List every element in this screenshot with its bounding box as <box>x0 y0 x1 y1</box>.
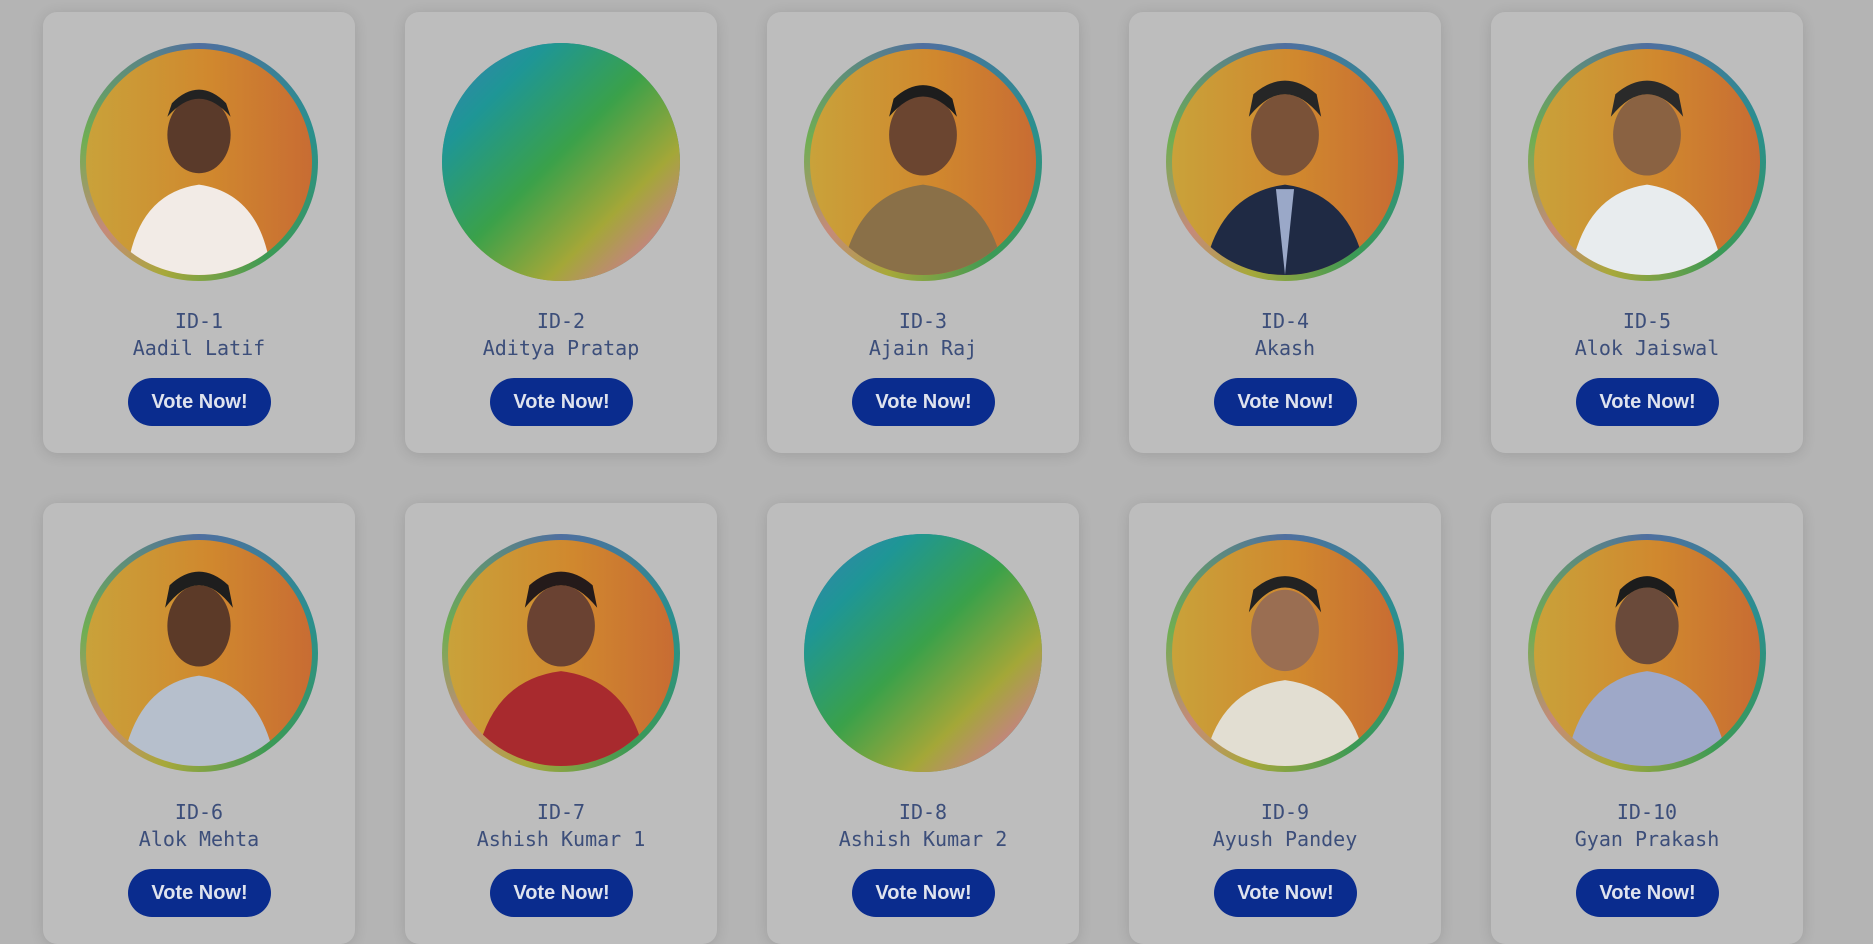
avatar-ring <box>1528 534 1766 772</box>
candidate-card: ID-1 Aadil Latif Vote Now! <box>43 12 355 453</box>
candidate-id: ID-9 <box>1260 800 1310 824</box>
vote-button[interactable]: Vote Now! <box>128 869 271 917</box>
candidate-id: ID-6 <box>174 800 224 824</box>
candidate-name: Aditya Pratap <box>482 336 640 360</box>
candidate-id: ID-4 <box>1260 309 1310 333</box>
avatar-ring <box>442 534 680 772</box>
avatar-ring <box>1528 43 1766 281</box>
avatar-ring <box>1166 534 1404 772</box>
candidate-name: Gyan Prakash <box>1574 827 1720 851</box>
candidate-name: Ashish Kumar 1 <box>476 827 646 851</box>
vote-button[interactable]: Vote Now! <box>1576 869 1719 917</box>
placeholder-avatar <box>804 534 1042 772</box>
vote-button[interactable]: Vote Now! <box>1214 869 1357 917</box>
candidate-card: ID-6 Alok Mehta Vote Now! <box>43 503 355 944</box>
candidate-photo <box>86 540 312 766</box>
candidate-photo <box>810 49 1036 275</box>
avatar-ring <box>80 43 318 281</box>
candidate-grid: ID-1 Aadil Latif Vote Now! ID-2 Aditya P… <box>43 12 1803 944</box>
candidate-card: ID-10 Gyan Prakash Vote Now! <box>1491 503 1803 944</box>
candidate-id: ID-10 <box>1616 800 1678 824</box>
candidate-id: ID-1 <box>174 309 224 333</box>
avatar-ring <box>80 534 318 772</box>
candidate-card: ID-4 Akash Vote Now! <box>1129 12 1441 453</box>
candidate-photo <box>1172 540 1398 766</box>
candidate-card: ID-7 Ashish Kumar 1 Vote Now! <box>405 503 717 944</box>
candidate-card: ID-8 Ashish Kumar 2 Vote Now! <box>767 503 1079 944</box>
candidate-name: Alok Jaiswal <box>1574 336 1720 360</box>
candidate-name: Alok Mehta <box>138 827 260 851</box>
avatar-ring <box>804 43 1042 281</box>
avatar-ring <box>804 534 1042 772</box>
candidate-name: Ajain Raj <box>868 336 978 360</box>
candidate-name: Aadil Latif <box>132 336 266 360</box>
candidate-card: ID-2 Aditya Pratap Vote Now! <box>405 12 717 453</box>
candidate-id: ID-3 <box>898 309 948 333</box>
candidate-name: Akash <box>1254 336 1316 360</box>
candidate-id: ID-5 <box>1622 309 1672 333</box>
placeholder-avatar <box>442 43 680 281</box>
candidate-card: ID-5 Alok Jaiswal Vote Now! <box>1491 12 1803 453</box>
candidate-id: ID-2 <box>536 309 586 333</box>
candidate-card: ID-3 Ajain Raj Vote Now! <box>767 12 1079 453</box>
vote-button[interactable]: Vote Now! <box>852 378 995 426</box>
vote-button[interactable]: Vote Now! <box>128 378 271 426</box>
vote-button[interactable]: Vote Now! <box>1214 378 1357 426</box>
candidate-photo <box>1534 49 1760 275</box>
avatar-ring <box>442 43 680 281</box>
candidate-photo <box>1172 49 1398 275</box>
candidate-photo <box>1534 540 1760 766</box>
vote-button[interactable]: Vote Now! <box>490 378 633 426</box>
candidate-id: ID-7 <box>536 800 586 824</box>
candidate-card: ID-9 Ayush Pandey Vote Now! <box>1129 503 1441 944</box>
vote-button[interactable]: Vote Now! <box>852 869 995 917</box>
candidate-name: Ashish Kumar 2 <box>838 827 1008 851</box>
candidate-photo <box>86 49 312 275</box>
vote-button[interactable]: Vote Now! <box>1576 378 1719 426</box>
candidate-photo <box>448 540 674 766</box>
avatar-ring <box>1166 43 1404 281</box>
candidate-name: Ayush Pandey <box>1212 827 1358 851</box>
candidate-id: ID-8 <box>898 800 948 824</box>
vote-button[interactable]: Vote Now! <box>490 869 633 917</box>
